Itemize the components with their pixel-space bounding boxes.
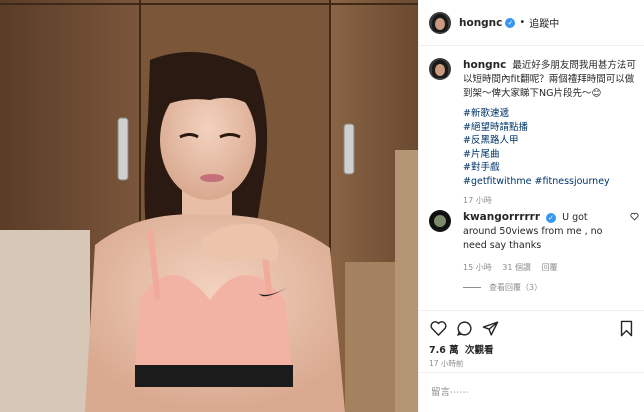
verified-badge-icon: ✓	[546, 212, 557, 223]
bookmark-icon[interactable]	[617, 319, 635, 337]
view-replies-label: 查看回覆（3）	[489, 283, 543, 292]
post-header: hongnc ✓ • 追蹤中	[419, 0, 644, 46]
verified-badge-icon: ✓	[505, 17, 516, 28]
avatar[interactable]	[429, 11, 451, 34]
hashtag-link[interactable]: #反黑路人甲	[463, 134, 637, 148]
comment-input[interactable]	[429, 386, 633, 399]
header-username[interactable]: hongnc	[459, 17, 502, 29]
comment-icon[interactable]	[455, 319, 473, 337]
heart-icon[interactable]	[429, 319, 447, 337]
comment-meta: 15 小時 31 個讚 回覆	[463, 261, 623, 275]
views-label: 次觀看	[464, 345, 494, 356]
comment-body: kwangorrrrrr ✓ U got around 50views from…	[463, 210, 623, 275]
post-side-panel: hongnc ✓ • 追蹤中 hongnc 最近好多朋友問我用甚方法可以短時間內…	[418, 0, 644, 412]
follow-status-button[interactable]: 追蹤中	[529, 15, 559, 30]
hashtag-link[interactable]: #新歌速遞	[463, 107, 637, 121]
comments-list: hongnc 最近好多朋友問我用甚方法可以短時間內fit翻呢？兩個禮拜時間可以做…	[419, 46, 644, 328]
caption-time: 17 小時	[463, 196, 492, 205]
caption-body: hongnc 最近好多朋友問我用甚方法可以短時間內fit翻呢？兩個禮拜時間可以做…	[463, 58, 637, 208]
comment-time: 15 小時	[463, 263, 492, 272]
comment-input-row	[419, 372, 644, 412]
post-image	[0, 0, 418, 412]
comment-username[interactable]: kwangorrrrrr	[463, 211, 540, 223]
caption-username[interactable]: hongnc	[463, 59, 506, 71]
post-media[interactable]	[0, 0, 418, 412]
views-number: 7.6 萬	[429, 345, 459, 356]
caption: hongnc 最近好多朋友問我用甚方法可以短時間內fit翻呢？兩個禮拜時間可以做…	[429, 58, 639, 208]
post-actions	[419, 310, 644, 344]
post-timestamp: 17 小時前	[429, 359, 464, 368]
hashtag-link[interactable]: #對手戲	[463, 161, 637, 175]
instagram-post: hongnc ✓ • 追蹤中 hongnc 最近好多朋友問我用甚方法可以短時間內…	[0, 0, 644, 412]
hashtag-link[interactable]: #getfitwithme #fitnessjourney	[463, 175, 637, 189]
hashtag-link[interactable]: #片尾曲	[463, 148, 637, 162]
hashtag-link[interactable]: #絕望時請點播	[463, 121, 637, 135]
header-separator: •	[519, 17, 526, 28]
reply-button[interactable]: 回覆	[542, 263, 558, 272]
comment-likes[interactable]: 31 個讚	[502, 263, 531, 272]
comment-avatar[interactable]	[429, 210, 451, 232]
comment-like-icon[interactable]	[630, 212, 639, 226]
caption-avatar[interactable]	[429, 58, 451, 80]
share-icon[interactable]	[481, 319, 499, 337]
replies-divider	[463, 287, 481, 288]
views-count[interactable]: 7.6 萬 次觀看	[429, 342, 493, 356]
view-replies-button[interactable]: 查看回覆（3）	[463, 282, 542, 293]
